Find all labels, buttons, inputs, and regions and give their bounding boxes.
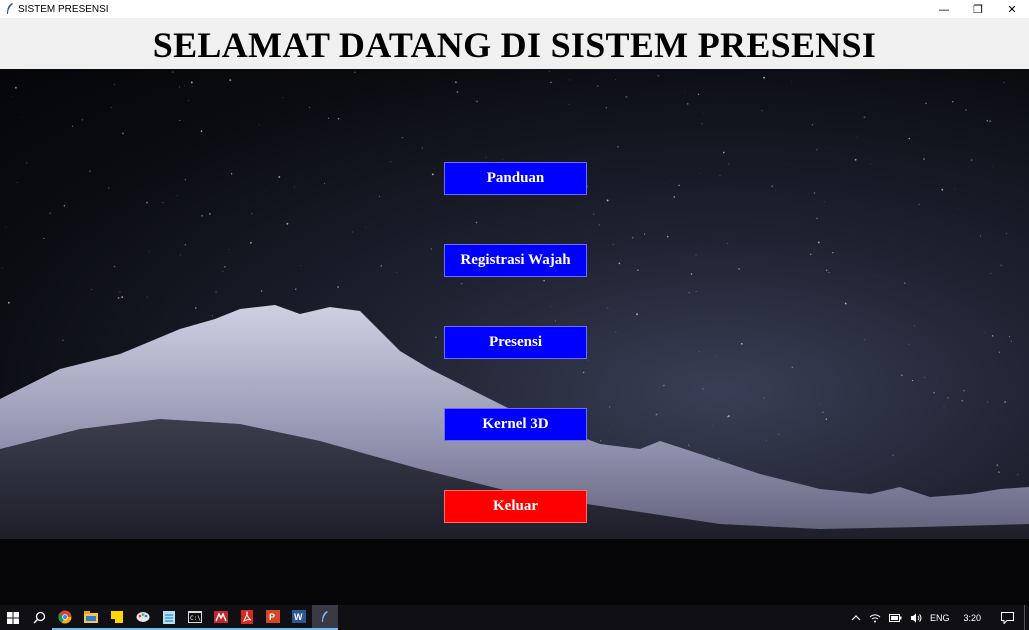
python-feather-icon[interactable]	[312, 605, 338, 630]
svg-text:P: P	[269, 612, 275, 622]
notification-icon[interactable]	[991, 605, 1024, 630]
header-banner: SELAMAT DATANG DI SISTEM PRESENSI	[0, 18, 1029, 69]
file-explorer-icon[interactable]	[78, 605, 104, 630]
panduan-button[interactable]: Panduan	[444, 162, 587, 195]
volume-icon[interactable]	[906, 605, 926, 630]
minimize-button[interactable]: —	[927, 0, 961, 18]
svg-text:W: W	[294, 612, 303, 622]
window-title: SISTEM PRESENSI	[18, 3, 109, 15]
app-window: SISTEM PRESENSI — ❐ ✕ SELAMAT DATANG DI …	[0, 0, 1029, 605]
kernel-3d-button[interactable]: Kernel 3D	[444, 408, 587, 441]
search-icon[interactable]	[26, 605, 52, 630]
close-button[interactable]: ✕	[995, 0, 1029, 18]
restore-button[interactable]: ❐	[961, 0, 995, 18]
terminal-icon[interactable]: C:\	[182, 605, 208, 630]
keluar-button[interactable]: Keluar	[444, 490, 587, 523]
sticky-notes-icon[interactable]	[104, 605, 130, 630]
show-desktop-button[interactable]	[1024, 605, 1029, 630]
title-bar: SISTEM PRESENSI — ❐ ✕	[0, 0, 1029, 18]
page-title: SELAMAT DATANG DI SISTEM PRESENSI	[152, 24, 877, 65]
window-controls: — ❐ ✕	[927, 0, 1029, 18]
windows-start-icon[interactable]	[0, 605, 26, 630]
system-tray: ENG 3:20	[847, 605, 1029, 630]
registrasi-wajah-button[interactable]: Registrasi Wajah	[444, 244, 587, 277]
chevron-up-icon[interactable]	[847, 605, 865, 630]
taskbar: C:\ P W ENG 3:20	[0, 605, 1029, 630]
presensi-button[interactable]: Presensi	[444, 326, 587, 359]
powerpoint-icon[interactable]: P	[260, 605, 286, 630]
language-indicator[interactable]: ENG	[926, 605, 954, 630]
clock[interactable]: 3:20	[953, 605, 991, 630]
battery-icon[interactable]	[885, 605, 906, 630]
feather-icon	[4, 2, 16, 16]
chrome-icon[interactable]	[52, 605, 78, 630]
word-icon[interactable]: W	[286, 605, 312, 630]
paint-icon[interactable]	[130, 605, 156, 630]
matlab-icon[interactable]	[208, 605, 234, 630]
svg-text:C:\: C:\	[190, 615, 201, 622]
wifi-icon[interactable]	[865, 605, 885, 630]
notepad-icon[interactable]	[156, 605, 182, 630]
acrobat-icon[interactable]	[234, 605, 260, 630]
